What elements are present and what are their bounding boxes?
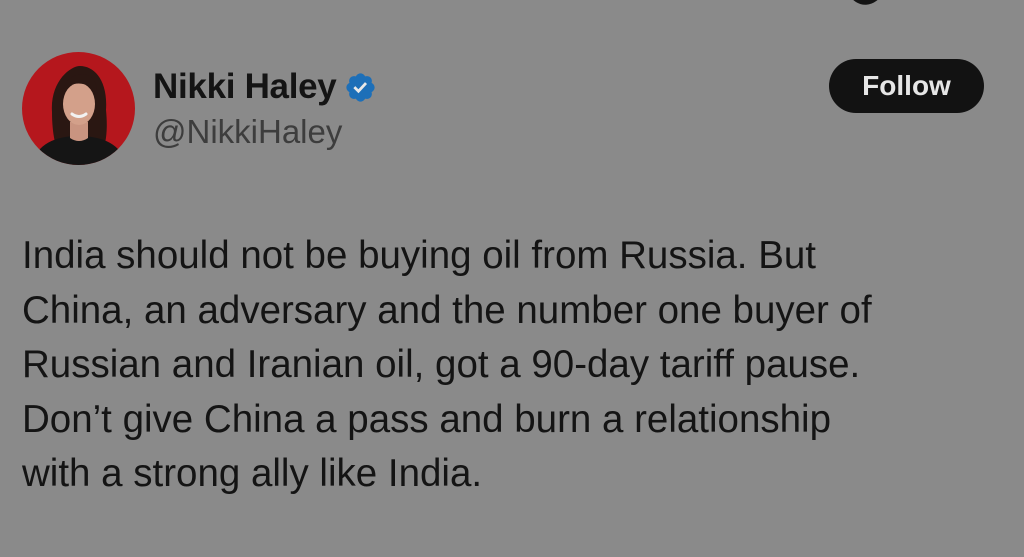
tweet-text-line: India should not be buying oil from Russ…: [22, 234, 816, 277]
tweet-card: Nikki Haley @NikkiHaley Follow India sho…: [0, 0, 1024, 557]
tweet-text-line: Don’t give China a pass and burn a relat…: [22, 397, 832, 441]
profile-photo-icon: [22, 52, 135, 165]
author-name-row: Nikki Haley: [153, 64, 377, 110]
avatar[interactable]: [22, 52, 135, 165]
follow-button[interactable]: Follow: [829, 59, 984, 113]
tweet-text-line: China, an adversary and the number one b…: [22, 288, 872, 332]
verified-badge-icon: [346, 72, 376, 102]
author-display-name[interactable]: Nikki Haley: [153, 67, 337, 107]
tweet-text: India should not be buying oil from Russ…: [22, 229, 1012, 502]
tweet-text-line: with a strong ally like India.: [22, 452, 483, 495]
author-handle[interactable]: @NikkiHaley: [153, 113, 342, 151]
partial-icon: [853, 0, 878, 5]
tweet-text-line: Russian and Iranian oil, got a 90-day ta…: [22, 343, 861, 386]
